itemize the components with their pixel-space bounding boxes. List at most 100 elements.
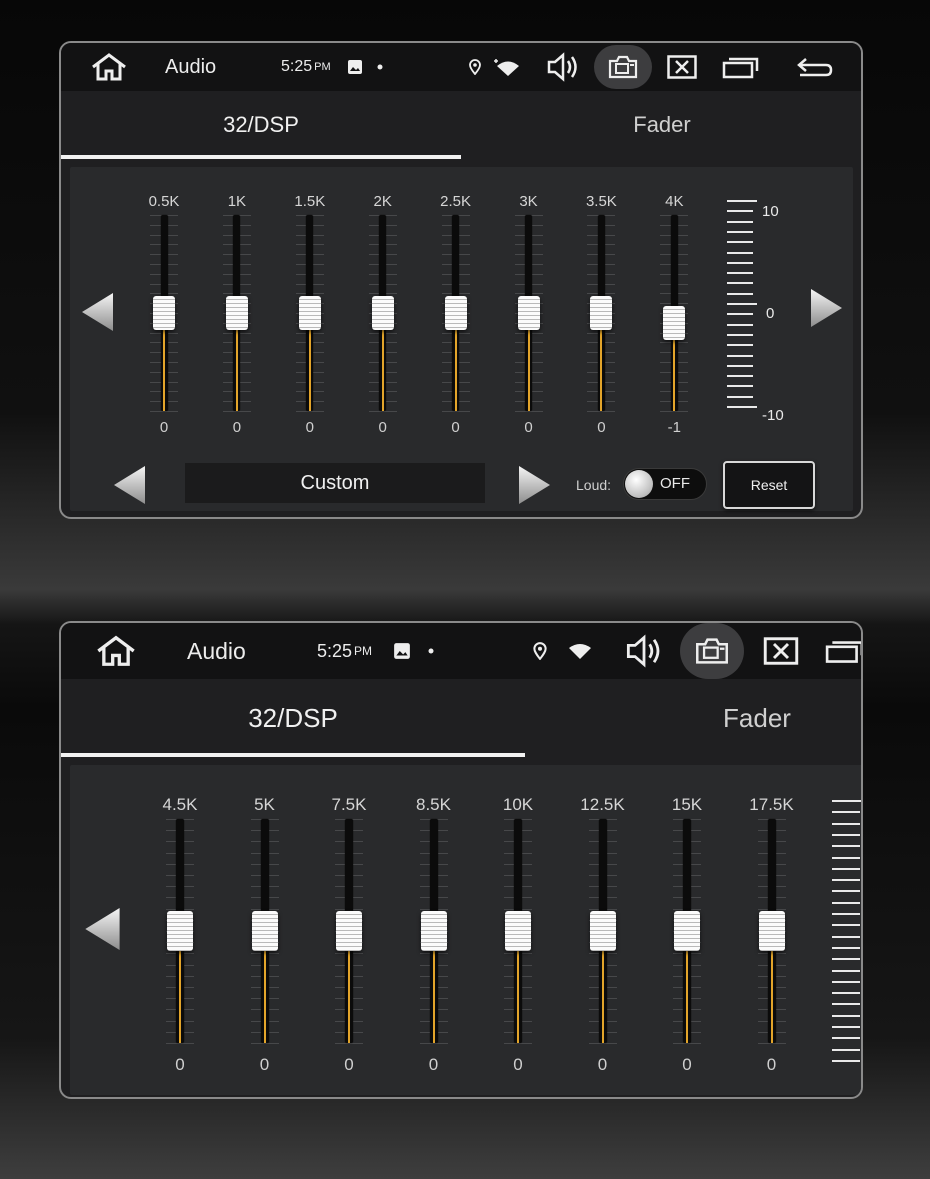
db-scale-tick xyxy=(727,292,753,295)
eq-band-value: 0 xyxy=(378,419,387,436)
eq-band-knob[interactable] xyxy=(225,296,248,330)
db-scale-tick xyxy=(727,385,753,388)
db-scale-tick xyxy=(832,1014,860,1017)
close-box-icon[interactable] xyxy=(665,43,699,91)
eq-band-slider[interactable]: 17.5K 0 xyxy=(742,765,802,1085)
eq-band-knob[interactable] xyxy=(517,296,540,330)
db-scale-tick xyxy=(727,241,753,244)
home-icon[interactable] xyxy=(93,623,139,679)
equalizer-area: 0.5K 0 1K 0 1.5K 0 2K 0 2.5K 0 3K 0 3.5K 0 4K -1 10 0 -… xyxy=(70,167,853,511)
tab-bar: 32/DSP Fader xyxy=(61,91,861,159)
prev-page-arrow[interactable] xyxy=(79,291,117,338)
db-scale-tick xyxy=(832,992,860,995)
eq-band-slider[interactable]: 0.5K 0 xyxy=(134,167,194,457)
db-scale-tick xyxy=(727,251,753,254)
eq-band-slider[interactable]: 3K 0 xyxy=(499,167,559,457)
windows-icon[interactable] xyxy=(825,623,861,679)
windows-icon[interactable] xyxy=(721,43,761,91)
eq-band-knob[interactable] xyxy=(167,911,193,951)
eq-band-slider[interactable]: 15K 0 xyxy=(657,765,717,1085)
eq-band-value: 0 xyxy=(597,1055,608,1074)
tab-32-dsp[interactable]: 32/DSP xyxy=(61,91,461,159)
loud-toggle[interactable]: OFF xyxy=(623,468,707,500)
db-scale-tick xyxy=(727,344,753,347)
wifi-icon xyxy=(489,43,521,91)
tab-fader[interactable]: Fader xyxy=(525,679,861,757)
eq-band-frequency-label: 12.5K xyxy=(580,795,625,814)
status-title: Audio xyxy=(187,637,246,664)
tab-bar: 32/DSP Fader xyxy=(61,679,861,757)
eq-band-slider[interactable]: 8.5K 0 xyxy=(404,765,464,1085)
db-scale-tick xyxy=(832,845,860,848)
dot-icon xyxy=(424,623,438,679)
eq-band-value: 0 xyxy=(513,1055,523,1074)
eq-band-knob[interactable] xyxy=(505,911,531,951)
eq-band-knob[interactable] xyxy=(589,911,616,951)
eq-band-knob[interactable] xyxy=(444,296,467,330)
eq-band-knob[interactable] xyxy=(590,296,613,330)
reset-button[interactable]: Reset xyxy=(723,461,815,509)
volume-icon[interactable] xyxy=(623,623,665,679)
eq-band-frequency-label: 2.5K xyxy=(440,193,472,210)
eq-band-knob[interactable] xyxy=(298,296,321,330)
scale-min-label: -10 xyxy=(762,407,784,424)
eq-band-slider[interactable]: 7.5K 0 xyxy=(319,765,379,1085)
db-scale-tick xyxy=(727,303,757,305)
location-icon xyxy=(465,43,485,91)
eq-band-frequency-label: 5K xyxy=(254,795,275,814)
eq-band-slider[interactable]: 4.5K 0 xyxy=(150,765,210,1085)
scale-mid-label: 0 xyxy=(766,305,775,322)
eq-band-slider[interactable]: 2.5K 0 xyxy=(426,167,486,457)
next-preset-arrow[interactable] xyxy=(515,464,553,511)
db-scale-tick xyxy=(727,230,753,233)
tab-32-dsp[interactable]: 32/DSP xyxy=(61,679,525,757)
loud-label: Loud: xyxy=(576,477,612,493)
eq-band-knob[interactable] xyxy=(153,296,175,330)
eq-band-value: 0 xyxy=(597,419,606,436)
wifi-icon xyxy=(565,623,595,679)
eq-band-knob[interactable] xyxy=(371,296,394,330)
eq-band-slider[interactable]: 5K 0 xyxy=(235,765,295,1085)
eq-band-value: 0 xyxy=(305,419,314,436)
eq-band-knob[interactable] xyxy=(336,911,362,951)
active-tab-indicator xyxy=(61,753,525,757)
eq-band-frequency-label: 15K xyxy=(671,795,703,814)
db-scale-tick xyxy=(832,1003,860,1006)
active-tab-indicator xyxy=(61,155,461,159)
eq-band-slider[interactable]: 4K -1 xyxy=(644,167,704,457)
loud-toggle-knob xyxy=(625,470,653,498)
back-icon[interactable] xyxy=(795,43,835,91)
tab-fader[interactable]: Fader xyxy=(461,91,861,159)
eq-band-knob[interactable] xyxy=(674,911,700,951)
eq-band-slider[interactable]: 12.5K 0 xyxy=(573,765,633,1085)
eq-band-slider[interactable]: 10K 0 xyxy=(488,765,548,1085)
camera-icon[interactable] xyxy=(680,623,744,679)
prev-page-arrow[interactable] xyxy=(82,905,124,958)
eq-band-knob[interactable] xyxy=(251,911,278,951)
eq-band-knob[interactable] xyxy=(663,305,686,340)
eq-band-knob[interactable] xyxy=(420,911,447,951)
db-scale-tick xyxy=(832,958,860,961)
eq-band-frequency-label: 3K xyxy=(519,193,538,210)
eq-band-slider[interactable]: 3.5K 0 xyxy=(571,167,631,457)
audio-screen-page-1: Audio 5:25 PM 32/DSP Fader 0.5K 0 1K 0 1… xyxy=(59,41,863,519)
camera-icon[interactable] xyxy=(594,45,652,89)
image-icon xyxy=(345,43,365,91)
db-scale-tick xyxy=(727,395,753,398)
next-page-arrow[interactable] xyxy=(807,287,845,334)
clock: 5:25 PM xyxy=(281,43,336,91)
db-scale-tick xyxy=(832,867,860,870)
eq-band-slider[interactable]: 1.5K 0 xyxy=(280,167,340,457)
eq-band-slider[interactable]: 2K 0 xyxy=(353,167,413,457)
db-scale-tick xyxy=(727,282,753,285)
equalizer-area: 4.5K 0 5K 0 7.5K 0 8.5K 0 10K 0 12.5K 0 15K 0 17.5K 0 xyxy=(70,765,861,1095)
close-box-icon[interactable] xyxy=(761,623,801,679)
prev-preset-arrow[interactable] xyxy=(111,464,149,511)
eq-band-frequency-label: 3.5K xyxy=(585,193,617,210)
eq-band-value: 0 xyxy=(344,1055,354,1074)
volume-icon[interactable] xyxy=(545,43,581,91)
home-icon[interactable] xyxy=(87,43,131,91)
eq-band-slider[interactable]: 1K 0 xyxy=(207,167,267,457)
eq-band-knob[interactable] xyxy=(758,911,785,951)
clock: 5:25 PM xyxy=(317,623,381,679)
